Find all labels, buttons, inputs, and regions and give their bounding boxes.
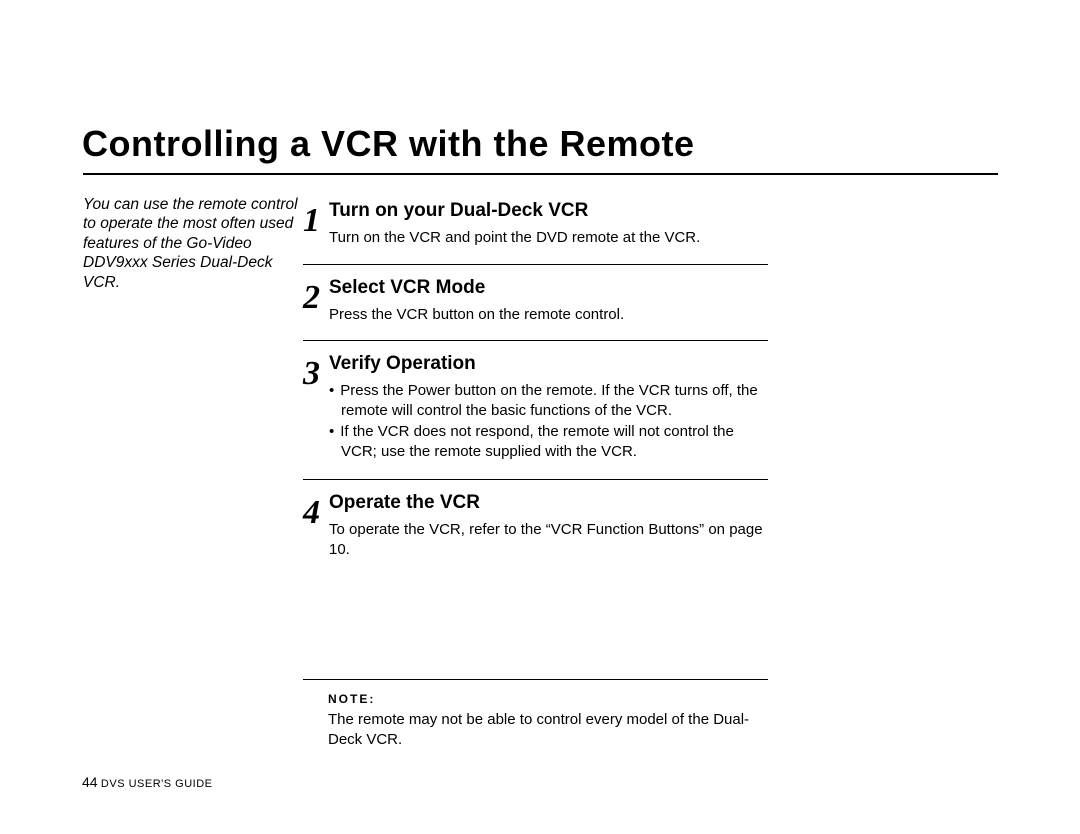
note-text: The remote may not be able to control ev… xyxy=(328,710,768,749)
page-footer: 44 DVS USER'S GUIDE xyxy=(82,774,213,790)
step-2: 2 Select VCR Mode Press the VCR button o… xyxy=(303,264,768,325)
step-text: Turn on the VCR and point the DVD remote… xyxy=(329,228,768,248)
step-3: 3 Verify Operation Press the Power butto… xyxy=(303,340,768,463)
bullet-item: If the VCR does not respond, the remote … xyxy=(329,422,768,461)
step-number: 3 xyxy=(303,353,329,391)
step-1: 1 Turn on your Dual-Deck VCR Turn on the… xyxy=(303,188,768,248)
guide-name: DVS USER'S GUIDE xyxy=(101,778,213,790)
step-number: 2 xyxy=(303,277,329,315)
step-number: 4 xyxy=(303,492,329,530)
page-number: 44 xyxy=(82,774,98,790)
step-heading: Operate the VCR xyxy=(329,492,768,514)
step-list: 1 Turn on your Dual-Deck VCR Turn on the… xyxy=(303,188,768,749)
step-heading: Turn on your Dual-Deck VCR xyxy=(329,200,768,222)
step-body: Turn on your Dual-Deck VCR Turn on the V… xyxy=(329,200,768,248)
step-number: 1 xyxy=(303,200,329,238)
step-text: To operate the VCR, refer to the “VCR Fu… xyxy=(329,520,768,559)
manual-page: Controlling a VCR with the Remote You ca… xyxy=(0,0,1080,834)
page-title: Controlling a VCR with the Remote xyxy=(82,123,695,165)
bullet-item: Press the Power button on the remote. If… xyxy=(329,381,768,420)
step-heading: Verify Operation xyxy=(329,353,768,375)
step-text: Press the VCR button on the remote contr… xyxy=(329,305,768,325)
step-body: Operate the VCR To operate the VCR, refe… xyxy=(329,492,768,559)
step-body: Select VCR Mode Press the VCR button on … xyxy=(329,277,768,325)
step-4: 4 Operate the VCR To operate the VCR, re… xyxy=(303,479,768,559)
note-block: NOTE: The remote may not be able to cont… xyxy=(303,679,768,749)
step-body: Verify Operation Press the Power button … xyxy=(329,353,768,463)
step-heading: Select VCR Mode xyxy=(329,277,768,299)
step-bullets: Press the Power button on the remote. If… xyxy=(329,381,768,461)
intro-text: You can use the remote control to operat… xyxy=(83,195,311,292)
note-label: NOTE: xyxy=(328,692,768,706)
title-rule xyxy=(83,173,998,175)
